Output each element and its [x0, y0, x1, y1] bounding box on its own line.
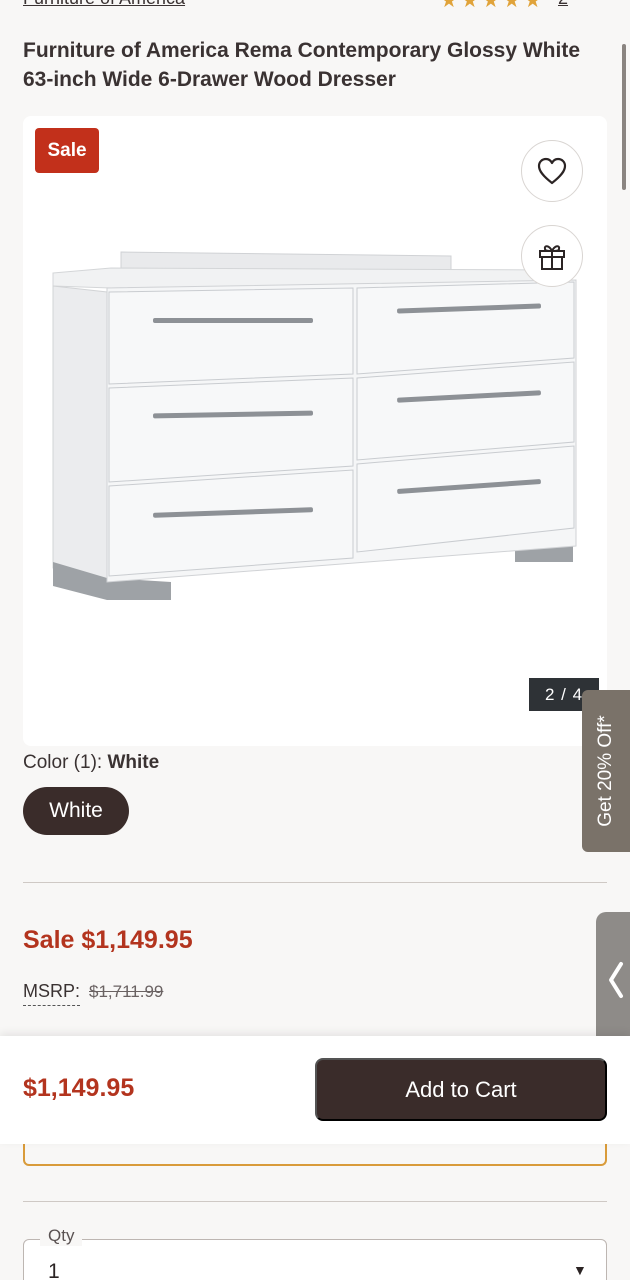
color-swatch-white[interactable]: White	[23, 787, 129, 835]
product-title: Furniture of America Rema Contemporary G…	[23, 39, 581, 91]
msrp-label[interactable]: MSRP:	[23, 981, 81, 1006]
msrp-value: $1,711.99	[89, 982, 164, 1001]
brand-link[interactable]: Furniture of America	[23, 0, 185, 9]
sticky-cart-bar: $1,149.95 Add to Cart	[0, 1036, 630, 1144]
heart-icon	[537, 157, 567, 185]
qty-select[interactable]	[23, 1239, 607, 1280]
color-selected-value: White	[107, 752, 160, 773]
product-page: Furniture of America ★★★★★ 2 Furniture o…	[0, 0, 630, 1280]
gift-icon	[539, 245, 565, 270]
sale-badge: Sale	[35, 128, 99, 173]
caret-down-icon: ▼	[573, 1262, 587, 1278]
side-panel-handle[interactable]	[596, 912, 630, 1048]
add-to-cart-button[interactable]: Add to Cart	[315, 1058, 607, 1121]
dresser-image	[52, 251, 577, 600]
favorite-button[interactable]	[521, 140, 583, 202]
scrollbar-thumb[interactable]	[622, 44, 626, 190]
chevron-left-icon	[609, 962, 623, 998]
qty-value: 1	[48, 1260, 60, 1280]
promo-text: Get 20% Off*	[595, 715, 616, 827]
rating-stars[interactable]: ★★★★★	[440, 0, 545, 13]
review-count-link[interactable]: 2	[558, 0, 568, 9]
gift-button[interactable]	[521, 225, 583, 287]
product-image-gallery[interactable]: Sale 2 / 4	[23, 116, 607, 746]
qty-label: Qty	[40, 1226, 83, 1246]
color-label: Color (1): White	[23, 752, 159, 774]
divider	[23, 1201, 607, 1202]
sticky-price: $1,149.95	[23, 1074, 135, 1102]
sale-price: Sale $1,149.95	[23, 926, 193, 954]
divider	[23, 882, 607, 883]
color-label-prefix: Color (1):	[23, 752, 108, 773]
promo-tab[interactable]: Get 20% Off*	[582, 690, 630, 852]
